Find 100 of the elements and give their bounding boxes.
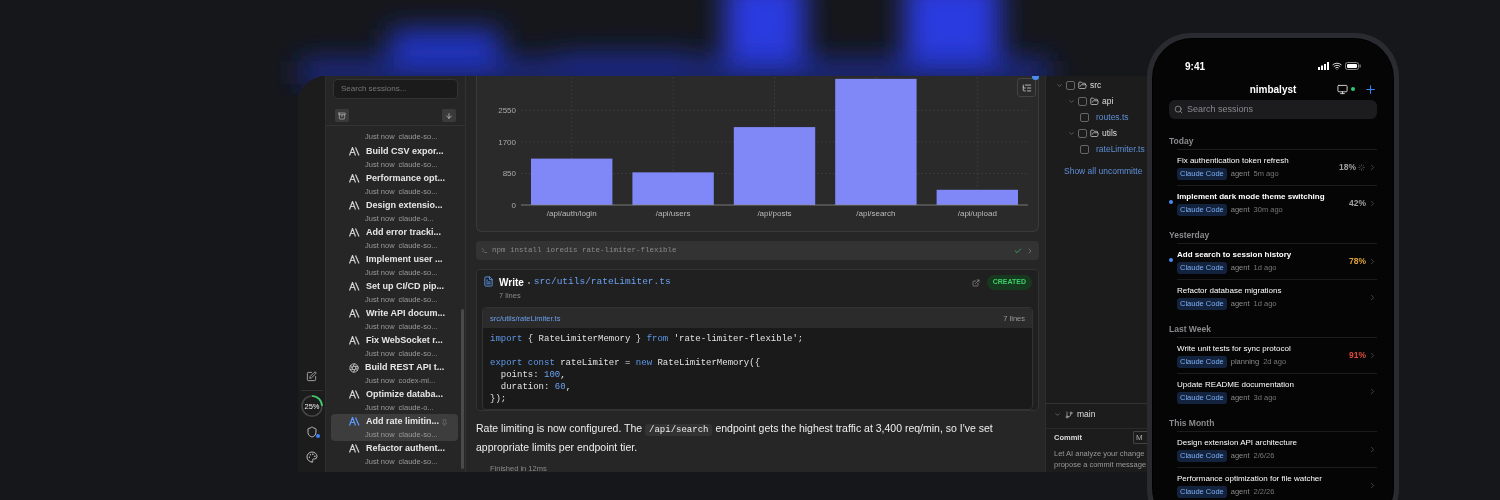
plus-icon[interactable] <box>1364 82 1377 96</box>
session-title: Build REST API t... <box>365 361 445 375</box>
list-button[interactable] <box>1017 78 1036 97</box>
session-title: Design extension API architecture <box>1177 437 1299 449</box>
chevron-down-icon[interactable] <box>1068 129 1075 137</box>
chevron-down-icon[interactable] <box>1054 411 1061 418</box>
chevron-right-icon[interactable] <box>1368 163 1377 172</box>
session-title: Add error tracki... <box>366 226 442 240</box>
file-name[interactable]: rateLimiter.ts <box>1096 142 1145 156</box>
progress-percent: 78% <box>1349 256 1366 267</box>
checkbox[interactable] <box>1078 128 1087 138</box>
monitor-icon[interactable] <box>1337 83 1348 95</box>
session-title: Build CSV expor... <box>366 145 444 159</box>
progress-percent: 91% <box>1349 350 1366 361</box>
session-title: Performance opt... <box>366 172 446 186</box>
checkbox[interactable] <box>1080 144 1089 154</box>
logo-icon <box>349 147 360 157</box>
file-name[interactable]: routes.ts <box>1096 110 1129 124</box>
session-title: Write unit tests for sync protocol <box>1177 343 1292 355</box>
chevron-down-icon[interactable] <box>1068 97 1075 105</box>
logo-icon <box>349 417 360 427</box>
logo-icon <box>349 444 360 454</box>
branch-icon <box>1065 410 1073 419</box>
logo-icon <box>349 201 360 211</box>
logo-icon <box>349 390 360 400</box>
folder-name: src <box>1090 78 1102 92</box>
file-path-link[interactable]: src/utils/rateLimiter.ts <box>533 275 671 290</box>
search-field[interactable]: Search sessions <box>1169 100 1377 119</box>
archive-icon <box>338 111 346 120</box>
progress-percent: 42% <box>1349 198 1366 209</box>
code-line: import { RateLimiterMemory } from 'rate-limiter-flexible'; <box>490 333 805 346</box>
logo-icon <box>349 309 360 319</box>
section-label: Last Week <box>1169 323 1212 336</box>
signal-icon <box>1318 62 1329 70</box>
session-title: Design extensio... <box>366 199 443 213</box>
wifi-icon <box>1332 61 1342 71</box>
axis-label: /api/auth/login <box>546 209 597 218</box>
session-title: Refactor database migrations <box>1177 285 1283 297</box>
session-title: Update README documentation <box>1177 379 1295 391</box>
axis-label: 2550 <box>498 106 516 116</box>
session-title: Performance optimization for file watcher <box>1177 473 1323 485</box>
code-line: points: 100, <box>499 369 567 382</box>
list-icon <box>1021 82 1032 93</box>
aperture-icon <box>349 362 359 373</box>
notification-badge <box>1032 76 1039 80</box>
progress-percent: 18% <box>1339 162 1356 173</box>
chevron-right-icon[interactable] <box>1368 351 1377 360</box>
action-label: Write <box>499 276 524 290</box>
logo-icon <box>349 336 360 346</box>
chevron-right-icon[interactable] <box>1026 246 1034 255</box>
chevron-right-icon[interactable] <box>1368 445 1377 454</box>
logo-icon <box>349 255 360 265</box>
branch-name: main <box>1077 408 1096 421</box>
logo-icon <box>349 282 360 292</box>
folder-name: api <box>1102 94 1114 108</box>
axis-label: /api/upload <box>957 209 997 218</box>
palette-icon[interactable] <box>305 450 318 463</box>
search-field[interactable]: Search sessions... <box>333 79 458 99</box>
archive-button[interactable] <box>335 109 349 122</box>
section-label: Today <box>1169 135 1195 148</box>
session-title: Fix WebSocket r... <box>366 334 443 348</box>
search-icon <box>1174 105 1183 114</box>
axis-label: /api/users <box>655 209 691 218</box>
show-all-link[interactable]: Show all uncommitte <box>1064 165 1147 178</box>
session-title: Add rate limitin... <box>366 415 439 429</box>
code-line: }); <box>490 393 508 406</box>
arrow-down-icon <box>445 111 453 120</box>
axis-label: 1700 <box>498 137 516 147</box>
code-line: export const rateLimiter = new RateLimiterMemory({ <box>490 357 762 370</box>
chevron-right-icon[interactable] <box>1368 481 1377 490</box>
code-line: duration: 60, <box>499 381 573 394</box>
chevron-right-icon[interactable] <box>1368 199 1377 208</box>
shield-icon[interactable] <box>305 425 318 438</box>
session-title: Add search to session history <box>1177 249 1293 261</box>
axis-label: 850 <box>502 169 516 179</box>
compose-icon[interactable] <box>306 370 317 382</box>
session-title: Implement dark mode theme switching <box>1177 191 1326 203</box>
section-label: Yesterday <box>1169 229 1211 242</box>
search-placeholder: Search sessions... <box>341 83 407 95</box>
chevron-down-icon[interactable] <box>1056 81 1063 89</box>
chevron-right-icon[interactable] <box>1368 387 1377 396</box>
session-title: Set up CI/CD pip... <box>366 280 444 294</box>
checkbox[interactable] <box>1080 112 1089 122</box>
battery-icon <box>1345 62 1361 70</box>
folder-icon <box>1090 128 1099 138</box>
axis-label: /api/search <box>856 209 896 218</box>
session-title: Refactor authent... <box>366 442 445 456</box>
pin-icon[interactable] <box>441 419 448 426</box>
scroll-down-button[interactable] <box>442 109 456 122</box>
chevron-right-icon[interactable] <box>1368 257 1377 266</box>
message-text: Rate limiting is now configured. The /api/search endpoint gets the highest traffic at 3,400 req/min, so I've set appropriate limits per endpoint tier. <box>476 421 994 455</box>
checkbox[interactable] <box>1066 80 1075 90</box>
checkbox[interactable] <box>1078 96 1087 106</box>
file-icon <box>483 276 494 287</box>
clock: 9:41 <box>1185 59 1205 74</box>
axis-label: /api/posts <box>757 209 792 218</box>
logo-icon <box>349 174 360 184</box>
search-placeholder: Search sessions <box>1187 102 1254 116</box>
chevron-right-icon[interactable] <box>1368 293 1377 302</box>
external-link-icon[interactable] <box>971 279 980 287</box>
